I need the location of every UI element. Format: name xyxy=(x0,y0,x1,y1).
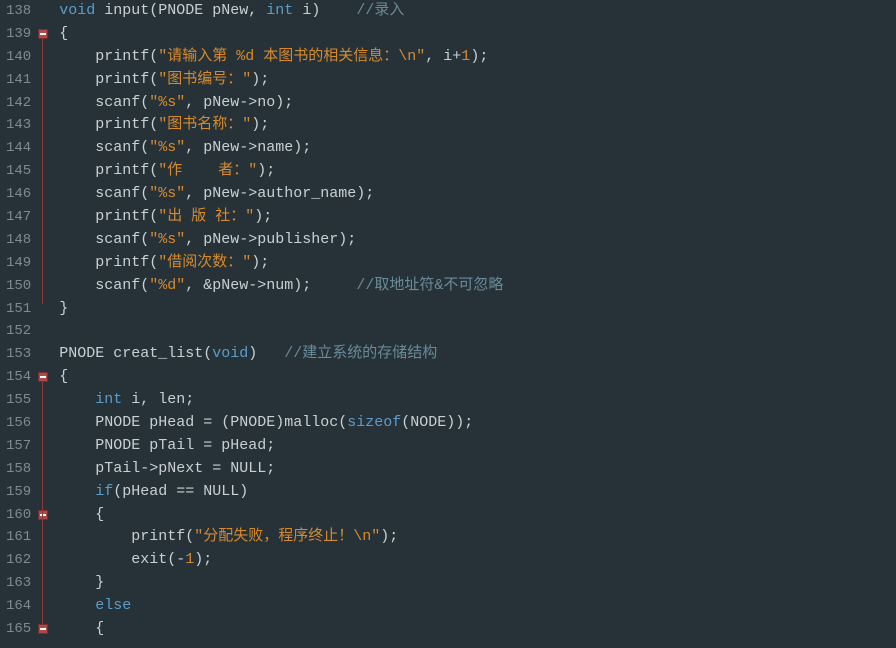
code-line[interactable]: { xyxy=(59,23,503,46)
line-number: 162 xyxy=(6,549,31,572)
line-number: 154 xyxy=(6,366,31,389)
line-number: 145 xyxy=(6,160,31,183)
line-number: 155 xyxy=(6,389,31,412)
line-number: 149 xyxy=(6,252,31,275)
code-line[interactable]: scanf("%s", pNew->name); xyxy=(59,137,503,160)
code-line[interactable]: printf("请输入第 %d 本图书的相关信息：\n", i+1); xyxy=(59,46,503,69)
line-number: 147 xyxy=(6,206,31,229)
line-number: 151 xyxy=(6,298,31,321)
line-number: 153 xyxy=(6,343,31,366)
line-number: 142 xyxy=(6,92,31,115)
code-line[interactable]: exit(-1); xyxy=(59,549,503,572)
line-number: 157 xyxy=(6,435,31,458)
code-line[interactable]: void input(PNODE pNew, int i) //录入 xyxy=(59,0,503,23)
code-editor: 1381391401411421431441451461471481491501… xyxy=(0,0,896,648)
code-line[interactable]: printf("借阅次数："); xyxy=(59,252,503,275)
code-line[interactable]: PNODE pTail = pHead; xyxy=(59,435,503,458)
code-line[interactable]: scanf("%d", &pNew->num); //取地址符&不可忽略 xyxy=(59,275,503,298)
fold-toggle-icon[interactable] xyxy=(38,372,48,382)
code-line[interactable]: printf("作 者："); xyxy=(59,160,503,183)
line-number: 138 xyxy=(6,0,31,23)
fold-guide xyxy=(42,382,43,624)
code-line[interactable]: printf("分配失败，程序终止！\n"); xyxy=(59,526,503,549)
code-line[interactable]: } xyxy=(59,298,503,321)
code-line[interactable]: scanf("%s", pNew->no); xyxy=(59,92,503,115)
line-number: 160 xyxy=(6,504,31,527)
code-line[interactable]: { xyxy=(59,366,503,389)
line-number: 141 xyxy=(6,69,31,92)
line-number-gutter: 1381391401411421431441451461471481491501… xyxy=(0,0,37,648)
line-number: 156 xyxy=(6,412,31,435)
code-line[interactable] xyxy=(59,320,503,343)
fold-guide xyxy=(42,39,43,304)
line-number: 161 xyxy=(6,526,31,549)
line-number: 159 xyxy=(6,481,31,504)
fold-column xyxy=(37,0,51,648)
line-number: 164 xyxy=(6,595,31,618)
code-line[interactable]: printf("图书编号："); xyxy=(59,69,503,92)
code-line[interactable]: printf("出 版 社："); xyxy=(59,206,503,229)
fold-toggle-icon[interactable] xyxy=(38,29,48,39)
code-line[interactable]: else xyxy=(59,595,503,618)
line-number: 140 xyxy=(6,46,31,69)
fold-toggle-icon[interactable] xyxy=(38,624,48,634)
code-line[interactable]: pTail->pNext = NULL; xyxy=(59,458,503,481)
line-number: 144 xyxy=(6,137,31,160)
line-number: 165 xyxy=(6,618,31,641)
code-line[interactable]: } xyxy=(59,572,503,595)
code-line[interactable]: int i, len; xyxy=(59,389,503,412)
line-number: 152 xyxy=(6,320,31,343)
code-line[interactable]: { xyxy=(59,618,503,641)
line-number: 143 xyxy=(6,114,31,137)
code-line[interactable]: scanf("%s", pNew->author_name); xyxy=(59,183,503,206)
line-number: 148 xyxy=(6,229,31,252)
code-line[interactable]: PNODE pHead = (PNODE)malloc(sizeof(NODE)… xyxy=(59,412,503,435)
code-line[interactable]: if(pHead == NULL) xyxy=(59,481,503,504)
line-number: 150 xyxy=(6,275,31,298)
code-line[interactable]: printf("图书名称："); xyxy=(59,114,503,137)
fold-guide xyxy=(42,520,43,579)
code-line[interactable]: scanf("%s", pNew->publisher); xyxy=(59,229,503,252)
code-area[interactable]: void input(PNODE pNew, int i) //录入{ prin… xyxy=(51,0,503,648)
line-number: 146 xyxy=(6,183,31,206)
code-line[interactable]: PNODE creat_list(void) //建立系统的存储结构 xyxy=(59,343,503,366)
line-number: 158 xyxy=(6,458,31,481)
line-number: 163 xyxy=(6,572,31,595)
line-number: 139 xyxy=(6,23,31,46)
code-line[interactable]: { xyxy=(59,504,503,527)
fold-toggle-icon[interactable] xyxy=(38,510,48,520)
